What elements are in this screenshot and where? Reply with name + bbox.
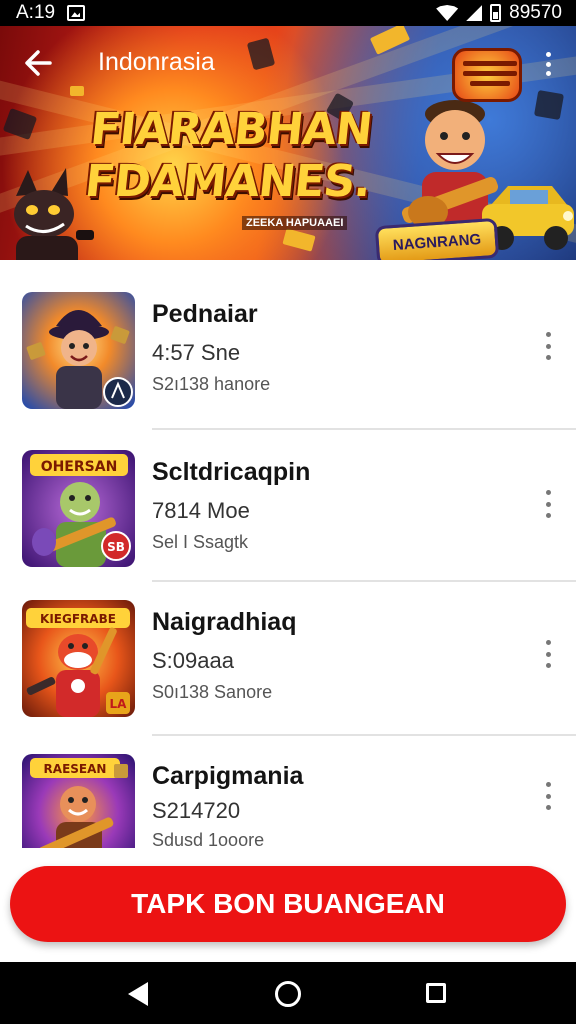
back-icon[interactable] [128,982,148,1006]
more-vert-icon [545,640,551,645]
status-left: A:19 [16,2,86,24]
hero-banner: Indonrasia FIARABHAN FDAMANES. ZEEKA HAP… [0,26,576,260]
item-more-button[interactable] [542,332,554,360]
status-right: 89570 [436,2,562,24]
item-meta: S214720 [152,798,241,823]
item-subtitle: S0ı138 Sanore [152,682,273,702]
banner-ribbon: NAGNRANG [374,217,500,260]
item-more-button[interactable] [542,490,554,518]
more-vert-icon [545,782,551,787]
item-title: Carpigmania [152,762,304,790]
banner-title-line1: FIARABHAN [88,104,375,155]
thumb-label: KIEGFRABE [40,612,116,626]
status-time: A:19 [16,2,56,23]
status-bar: A:19 89570 [0,0,576,26]
signal-icon [466,5,483,21]
more-options-button[interactable] [544,52,552,76]
home-icon[interactable] [275,981,301,1007]
item-title: Pednaiar [152,300,258,328]
item-subtitle: Sdusd 1ooore [152,830,265,848]
item-subtitle: S2ı138 hanore [152,374,271,394]
game-thumbnail: RAESEAN [22,754,135,848]
game-thumbnail: KIEGFRABE LA [22,600,135,717]
back-button[interactable] [22,46,56,80]
more-vert-icon [545,332,551,337]
primary-action-button[interactable]: TAPK BON BUANGEAN [10,866,566,942]
game-thumbnail [22,292,135,409]
banner-title: FIARABHAN FDAMANES. [83,104,384,208]
game-thumbnail: OHERSAN SB [22,450,135,567]
list-item[interactable]: RAESEAN Carpigmania S214720 Sdusd 1ooore [0,726,576,848]
banner-debris [246,37,276,71]
recents-icon[interactable] [426,983,446,1003]
thumb-label: OHERSAN [41,459,118,475]
item-more-button[interactable] [542,640,554,668]
svg-text:LA: LA [110,697,128,711]
more-vert-icon [545,490,551,495]
banner-title-line2: FDAMANES. [82,156,373,207]
banner-gold-bar [282,228,316,252]
game-list: Pednaiar 4:57 Sne S2ı138 hanore OHERSAN … [0,264,576,848]
list-item[interactable]: KIEGFRABE LA Naigradhiaq S:09aaa S0ı138 … [0,572,576,736]
banner-subtitle: ZEEKA HAPUAAEI [242,216,348,230]
item-title: Scltdricaqpin [152,458,311,486]
item-meta: 4:57 Sne [152,340,241,365]
item-meta: S:09aaa [152,648,234,673]
thumb-label: RAESEAN [44,762,107,776]
bottom-action-area: TAPK BON BUANGEAN [0,848,576,962]
creature-character [14,168,94,260]
item-subtitle: Sel I Ssagtk [152,532,249,552]
item-title: Naigradhiaq [152,608,297,636]
list-item[interactable]: OHERSAN SB Scltdricaqpin 7814 Moe Sel I … [0,422,576,582]
status-battery-text: 89570 [509,2,562,23]
logo-badge [452,48,522,102]
arrow-left-icon [25,50,52,76]
location-title: Indonrasia [98,48,215,76]
wifi-icon [436,5,459,21]
item-meta: 7814 Moe [152,498,250,523]
more-vert-icon [545,52,551,57]
battery-icon [490,4,502,22]
banner-debris [533,89,565,121]
item-more-button[interactable] [542,782,554,810]
image-icon [67,5,86,21]
banner-gold-bar [70,86,84,96]
list-item[interactable]: Pednaiar 4:57 Sne S2ı138 hanore [0,264,576,430]
system-nav-bar [0,962,576,1024]
svg-text:SB: SB [107,540,125,554]
